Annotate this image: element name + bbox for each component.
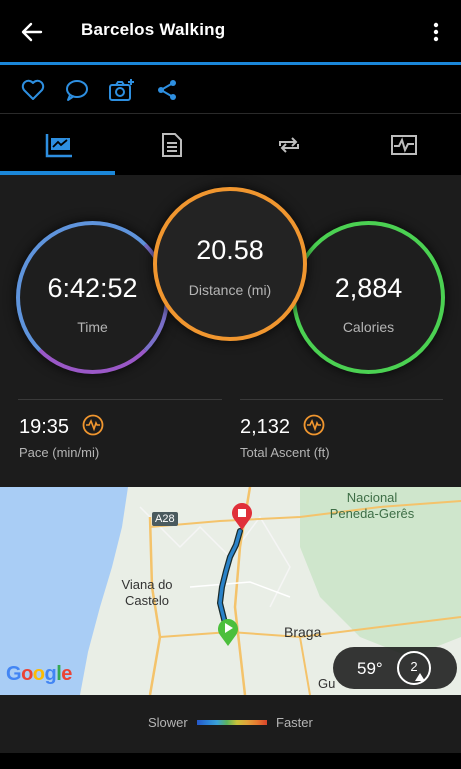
action-row <box>0 65 461 114</box>
weather-badge[interactable]: 59° 2 <box>333 647 457 689</box>
park-label: Nacional Peneda-Gerês <box>329 490 415 521</box>
wind-compass-icon: 2 <box>397 651 431 685</box>
divider <box>18 399 222 400</box>
tab-graphs[interactable] <box>345 115 460 175</box>
city-label-viana: Viana do Castelo <box>121 577 173 608</box>
pulse-chart-icon <box>391 135 417 155</box>
calories-label: Calories <box>342 319 395 335</box>
distance-ring: 20.58 Distance (mi) <box>153 187 307 341</box>
time-value: 6:42:52 <box>47 273 138 303</box>
loop-icon <box>279 137 299 153</box>
bottom-strip <box>0 753 461 769</box>
pace-metric: 19:35 Pace (min/mi) <box>19 414 104 460</box>
legend-faster-label: Faster <box>276 715 313 730</box>
pace-label: Pace (min/mi) <box>19 445 100 460</box>
temperature-value: 59° <box>357 659 383 678</box>
camera-plus-icon[interactable] <box>108 77 134 103</box>
legend-color-bar <box>197 720 267 725</box>
activity-title: Barcelos Walking <box>81 20 226 39</box>
pace-legend: Slower Faster <box>0 695 461 753</box>
calories-value: 2,884 <box>334 273 403 303</box>
time-ring: 6:42:52 Time <box>16 221 169 374</box>
ascent-value: 2,132 <box>240 416 291 438</box>
city-label-braga: Braga <box>284 624 322 640</box>
stats-panel: 6:42:52 Time 2,884 Calories 20.58 Distan… <box>0 175 461 487</box>
wind-speed-value: 2 <box>410 659 418 674</box>
tab-bar <box>0 115 461 175</box>
chart-flag-icon <box>45 134 72 158</box>
distance-value: 20.58 <box>196 235 264 265</box>
route-map[interactable]: A28 Viana do Castelo Braga Gu Nacional P… <box>0 487 461 695</box>
tab-summary[interactable] <box>0 115 115 175</box>
tab-laps[interactable] <box>230 115 345 175</box>
pulse-icon <box>82 414 104 441</box>
heart-icon[interactable] <box>20 77 46 103</box>
more-vert-icon[interactable] <box>424 18 448 46</box>
divider <box>240 399 443 400</box>
tab-details[interactable] <box>115 115 230 175</box>
pace-value: 19:35 <box>19 416 70 438</box>
google-logo: Google <box>6 663 72 685</box>
arrow-left-icon[interactable] <box>18 18 46 46</box>
ascent-metric: 2,132 Total Ascent (ft) <box>240 414 330 460</box>
distance-label: Distance (mi) <box>188 282 272 298</box>
share-icon[interactable] <box>154 77 180 103</box>
legend-slower-label: Slower <box>148 715 188 730</box>
road-label-a28: A28 <box>152 512 178 526</box>
pulse-icon <box>303 414 325 441</box>
city-label-gu: Gu <box>318 676 336 691</box>
app-bar: Barcelos Walking <box>0 0 461 62</box>
comment-icon[interactable] <box>64 77 90 103</box>
ascent-label: Total Ascent (ft) <box>240 445 330 460</box>
time-label: Time <box>77 319 108 335</box>
document-icon <box>162 133 182 157</box>
calories-ring: 2,884 Calories <box>292 221 445 374</box>
